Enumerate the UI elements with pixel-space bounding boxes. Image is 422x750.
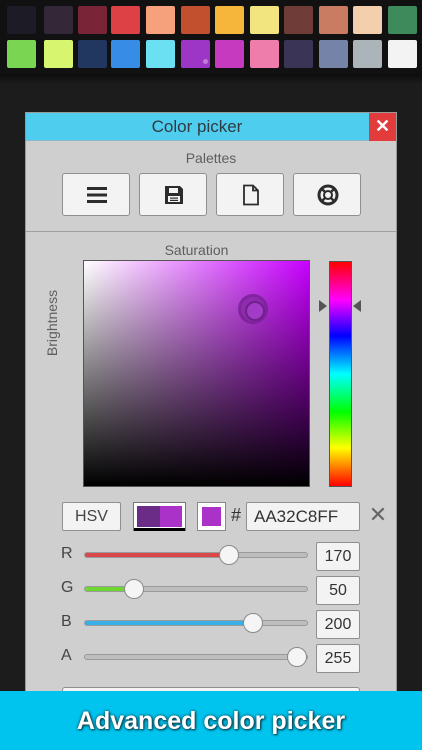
- dialog-header: Color picker ✕: [26, 113, 396, 141]
- palette-swatch[interactable]: [181, 40, 210, 68]
- channel-slider-r[interactable]: [84, 545, 308, 565]
- channel-label-a: A: [61, 647, 72, 664]
- color-compare-swatch[interactable]: [133, 502, 186, 531]
- close-icon: ✕: [374, 116, 391, 136]
- palette-menu-button[interactable]: [62, 173, 130, 216]
- channel-label-b: B: [61, 613, 72, 630]
- slider-knob[interactable]: [243, 613, 264, 633]
- banner-text: Advanced color picker: [76, 707, 346, 735]
- close-icon: ✕: [368, 502, 388, 527]
- palette-swatch[interactable]: [319, 40, 348, 68]
- palette-swatch[interactable]: [7, 6, 36, 34]
- channel-label-r: R: [61, 545, 73, 562]
- palette-swatch[interactable]: [44, 6, 73, 34]
- section-divider: [26, 231, 396, 232]
- palette-swatch[interactable]: [44, 40, 73, 68]
- palette-swatch[interactable]: [111, 6, 140, 34]
- brightness-label: Brightness: [44, 289, 60, 357]
- channel-label-g: G: [61, 579, 74, 596]
- palette-swatch[interactable]: [7, 40, 36, 68]
- slider-fill: [85, 655, 307, 659]
- palette-swatch[interactable]: [78, 40, 107, 68]
- palette-swatch[interactable]: [284, 40, 313, 68]
- saturation-label: Saturation: [164, 242, 229, 258]
- slider-knob[interactable]: [287, 647, 307, 667]
- color-picker-dialog: Color picker ✕ Palettes Saturation Brigh…: [25, 112, 397, 712]
- palette-swatch[interactable]: [111, 40, 140, 68]
- palette-swatch[interactable]: [250, 6, 279, 34]
- channel-slider-g[interactable]: [84, 579, 308, 599]
- palette-swatch[interactable]: [146, 40, 175, 68]
- palette-save-button[interactable]: [139, 173, 207, 216]
- promo-banner: Advanced color picker: [0, 691, 422, 750]
- palette-swatch[interactable]: [353, 40, 382, 68]
- palette-swatch[interactable]: [250, 40, 279, 68]
- close-button[interactable]: ✕: [369, 113, 396, 141]
- palette-swatch[interactable]: [78, 6, 107, 34]
- palette-help-button[interactable]: [293, 173, 361, 216]
- palette-swatch[interactable]: [319, 6, 348, 34]
- hue-marker-left-icon[interactable]: [319, 300, 327, 312]
- help-icon: [317, 184, 339, 206]
- color-mode-button[interactable]: HSV: [62, 502, 121, 531]
- hash-label: #: [231, 505, 242, 525]
- channel-value-a[interactable]: [316, 644, 360, 673]
- palette-swatch[interactable]: [146, 6, 175, 34]
- saturation-brightness-square[interactable]: [83, 260, 310, 487]
- previous-color[interactable]: [137, 506, 160, 527]
- dialog-title: Color picker: [151, 117, 243, 136]
- current-color-fill: [202, 507, 221, 526]
- palette-new-button[interactable]: [216, 173, 284, 216]
- palette-swatch[interactable]: [388, 40, 417, 68]
- channel-slider-b[interactable]: [84, 613, 308, 633]
- channel-value-b[interactable]: [316, 610, 360, 639]
- save-icon: [165, 186, 183, 204]
- menu-icon: [87, 187, 107, 203]
- palette-swatch[interactable]: [388, 6, 417, 34]
- strip-shadow: [0, 74, 422, 84]
- hex-input[interactable]: [246, 502, 360, 531]
- palette-swatch[interactable]: [181, 6, 210, 34]
- new-file-icon: [243, 184, 259, 206]
- channel-slider-a[interactable]: [84, 647, 308, 667]
- hue-slider[interactable]: [329, 261, 352, 487]
- palette-swatch[interactable]: [215, 40, 244, 68]
- slider-knob[interactable]: [123, 579, 144, 599]
- slider-fill: [85, 587, 129, 591]
- palettes-label: Palettes: [185, 150, 237, 166]
- slider-fill: [85, 621, 260, 625]
- slider-fill: [85, 553, 234, 557]
- palette-swatch[interactable]: [215, 6, 244, 34]
- hue-marker-right-icon[interactable]: [353, 300, 361, 312]
- channel-value-r[interactable]: [316, 542, 360, 571]
- palette-swatch[interactable]: [284, 6, 313, 34]
- palette-swatch[interactable]: [353, 6, 382, 34]
- new-color: [160, 506, 182, 527]
- palette-strip: [0, 0, 422, 74]
- slider-knob[interactable]: [219, 545, 240, 565]
- channel-value-g[interactable]: [316, 576, 360, 605]
- sv-cursor[interactable]: [238, 294, 268, 324]
- clear-hex-button[interactable]: ✕: [368, 504, 388, 526]
- current-color-swatch[interactable]: [197, 502, 226, 531]
- compare-underline: [134, 528, 185, 531]
